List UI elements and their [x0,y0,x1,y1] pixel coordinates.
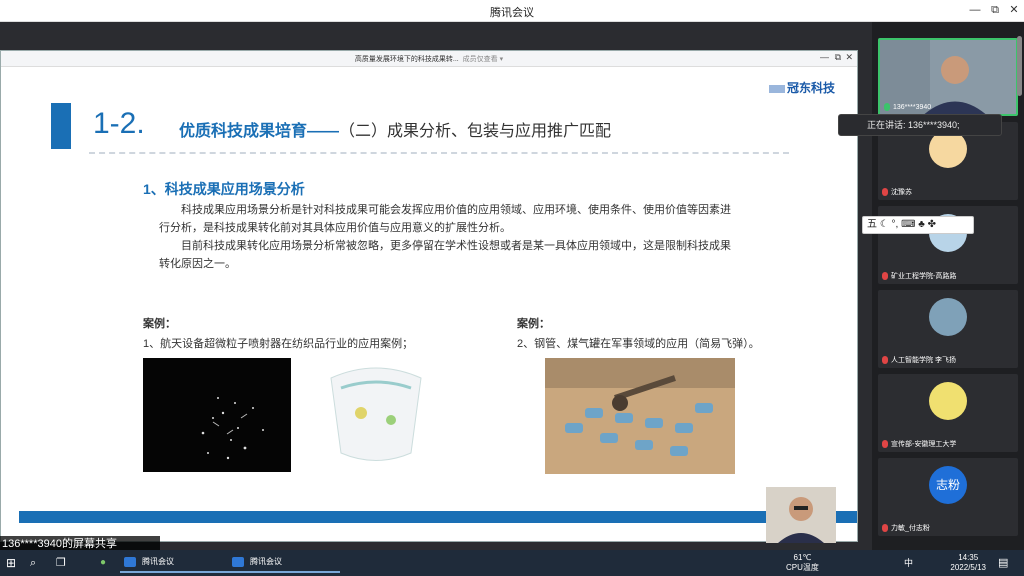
participants-panel: 136****3940 沈豫苏 矿业工程学院-高路路 人工智能学院 李飞扬 宣传… [872,22,1024,550]
avatar [929,298,967,336]
search-icon[interactable]: ⌕ [30,553,36,573]
windows-taskbar: ⊞ ⌕ ❐ ● 腾讯会议 腾讯会议 61℃ CPU温度 中 14:35 2022/5… [0,550,1024,576]
wechat-icon[interactable]: ● [100,553,106,573]
title-divider [89,152,789,154]
mic-on-icon [884,103,890,111]
taskbar-app-2[interactable]: 腾讯会议 [228,553,340,573]
start-icon[interactable]: ⊞ [6,553,16,573]
avatar [929,382,967,420]
paragraph-1: 科技成果应用场景分析是针对科技成果可能会发挥应用价值的应用领域、应用环境、使用条… [159,204,731,234]
mic-off-icon [882,272,888,280]
participant-name: 宣传部-安徽理工大学 [891,441,957,448]
gas-cylinder-rockets-image [545,358,735,474]
shared-screen-area: 高质量发展环境下的科技成果转... 成员仅查看 ▾ — ⧉ ✕ 冠东科技 1-2… [0,22,872,550]
taskview-icon[interactable]: ❐ [56,553,66,573]
mic-off-icon [882,524,888,532]
app-title: 腾讯会议 [490,7,534,19]
participant-name: 力敏_付志粉 [891,525,930,532]
shared-max-icon: ⧉ [834,52,841,62]
maximize-button[interactable]: ⧉ [986,2,1004,18]
presenter-camera-overlay[interactable] [766,487,836,543]
diaper-image [311,358,441,472]
ime-toolbar[interactable]: 五 ☾ °, ⌨ ♣ ✤ [862,216,974,234]
mic-off-icon [882,188,888,196]
shared-close-icon: ✕ [845,52,853,62]
participant-tile-4[interactable]: 人工智能学院 李飞扬 [878,290,1018,368]
particle-spray-image [143,358,291,472]
presentation-slide: 冠东科技 1-2. 优质科技成果培育——（二）成果分析、包装与应用推广匹配 1、… [19,67,857,541]
shared-window: 高质量发展环境下的科技成果转... 成员仅查看 ▾ — ⧉ ✕ 冠东科技 1-2… [0,50,858,542]
screen: 腾讯会议 — ⧉ ✕ 高质量发展环境下的科技成果转... 成员仅查看 ▾ — ⧉… [0,0,1024,576]
notification-icon[interactable]: ▤ [998,553,1008,573]
shared-window-titlebar: 高质量发展环境下的科技成果转... 成员仅查看 ▾ — ⧉ ✕ [1,51,857,67]
ime-indicator[interactable]: 中 [904,553,913,573]
participant-name: 人工智能学院 李飞扬 [891,357,956,364]
mic-off-icon [882,356,888,364]
cpu-temperature: 61℃ CPU温度 [786,553,819,572]
paragraph-2: 目前科技成果转化应用场景分析常被忽略，更多停留在学术性设想或者是某一具体应用领域… [159,240,731,270]
case1-text: 1、航天设备超微粒子喷射器在纺织品行业的应用案例； [143,338,414,350]
case2-text: 2、钢管、煤气罐在军事领域的应用（简易飞弹）。 [517,338,760,350]
participant-name: 136****3940 [893,103,932,111]
app-titlebar: 腾讯会议 — ⧉ ✕ [0,0,1024,22]
case1-label: 案例： [143,318,176,330]
participant-tile-6[interactable]: 志粉 力敏_付志粉 [878,458,1018,536]
case2-label: 案例： [517,318,550,330]
subheading: 1、科技成果应用场景分析 [143,181,305,197]
speaking-indicator: 正在讲话: 136****3940; [838,114,1002,136]
section-number: 1-2. [93,107,145,140]
close-button[interactable]: ✕ [1005,2,1023,18]
view-mode-dropdown[interactable]: 成员仅查看 ▾ [463,56,503,63]
system-clock[interactable]: 14:35 2022/5/13 [950,553,986,573]
shared-min-icon: — [820,52,829,62]
shared-window-title: 高质量发展环境下的科技成果转... [354,56,459,63]
participant-tile-1[interactable]: 136****3940 [878,38,1018,116]
company-logo: 冠东科技 [768,79,835,96]
section-title: 优质科技成果培育——（二）成果分析、包装与应用推广匹配 [179,123,612,140]
participant-name: 沈豫苏 [891,189,912,196]
mic-off-icon [882,440,888,448]
avatar: 志粉 [929,466,967,504]
participant-tile-5[interactable]: 宣传部-安徽理工大学 [878,374,1018,452]
participants-scrollbar[interactable] [1017,36,1022,96]
participant-name: 矿业工程学院-高路路 [891,273,957,280]
title-accent-bar [51,103,71,149]
taskbar-app-1[interactable]: 腾讯会议 [120,553,232,573]
slide-footer-bar [19,511,857,523]
minimize-button[interactable]: — [966,2,984,18]
